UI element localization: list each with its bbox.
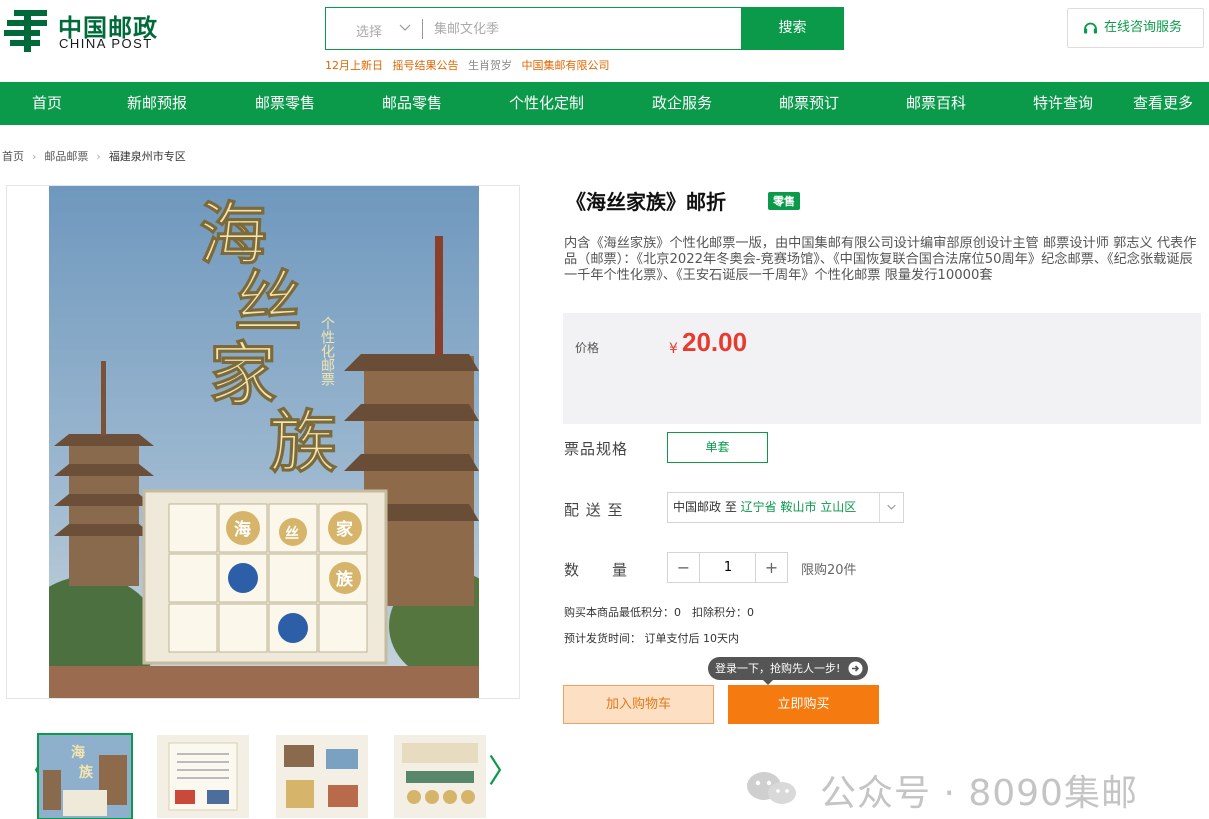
quantity-minus-button[interactable]: − xyxy=(668,553,700,582)
search-divider xyxy=(422,19,423,39)
quantity-input[interactable] xyxy=(701,553,755,582)
spec-label: 票品规格 xyxy=(564,440,629,458)
consult-label: 在线咨询服务 xyxy=(1104,20,1183,35)
nav-item-license-query[interactable]: 特许查询 xyxy=(1033,82,1093,125)
hotword-link[interactable]: 中国集邮有限公司 xyxy=(522,59,610,72)
china-post-logo-mark-icon xyxy=(4,10,47,52)
price-label: 价格 xyxy=(575,341,600,355)
chevron-down-icon[interactable] xyxy=(879,493,903,522)
hot-keywords: 12月上新日 摇号结果公告 生肖贺岁 中国集邮有限公司 xyxy=(325,57,616,73)
chevron-down-icon[interactable] xyxy=(398,20,412,34)
login-tip-text: 登录一下，抢购先人一步! xyxy=(715,662,841,675)
main-nav: 首页 新邮预报 邮票零售 邮品零售 个性化定制 政企服务 邮票预订 邮票百科 特… xyxy=(0,82,1209,125)
purchase-limit: 限购20件 xyxy=(801,563,857,578)
quantity-stepper: − + xyxy=(667,552,788,583)
nav-item-custom[interactable]: 个性化定制 xyxy=(509,82,584,125)
product-main-image[interactable]: 海 丝 家 族 个性化邮票 海 丝 家 族 xyxy=(49,186,479,698)
svg-text:族: 族 xyxy=(79,764,94,781)
china-post-logo[interactable]: 中国邮政 CHINA POST xyxy=(4,6,179,56)
quantity-plus-button[interactable]: + xyxy=(755,553,787,582)
nav-item-stamp-retail[interactable]: 邮票零售 xyxy=(255,82,315,125)
points-info: 购买本商品最低积分：0 扣除积分：0 xyxy=(564,606,754,619)
retail-badge: 零售 xyxy=(768,192,800,210)
breadcrumb-current: 福建泉州市专区 xyxy=(108,150,186,163)
nav-item-subscribe[interactable]: 邮票预订 xyxy=(779,82,839,125)
sheet-char: 丝 xyxy=(285,525,299,542)
search-input[interactable] xyxy=(434,18,734,40)
thumbnail-1[interactable]: 海 族 xyxy=(37,733,133,819)
price-value: 20.00 xyxy=(682,327,748,357)
svg-text:海: 海 xyxy=(71,744,85,761)
deliver-to: 辽宁省 鞍山市 立山区 xyxy=(740,500,857,514)
buy-now-button[interactable]: 立即购买 xyxy=(728,685,879,724)
quantity-label: 数 量 xyxy=(564,561,629,579)
hotword-link[interactable]: 生肖贺岁 xyxy=(468,59,512,72)
price-box: 价格 ¥ 20.00 xyxy=(563,313,1201,424)
nav-item-home[interactable]: 首页 xyxy=(32,82,62,125)
nav-item-new-stamps[interactable]: 新邮预报 xyxy=(127,82,187,125)
product-title: 《海丝家族》邮折 xyxy=(566,190,726,214)
search-button[interactable]: 搜索 xyxy=(741,7,844,50)
nav-item-enterprise[interactable]: 政企服务 xyxy=(652,82,712,125)
login-tip[interactable]: 登录一下，抢购先人一步! xyxy=(708,657,869,680)
breadcrumb-link[interactable]: 首页 xyxy=(2,150,24,163)
hotword-link[interactable]: 12月上新日 xyxy=(325,59,383,72)
sheet-char: 族 xyxy=(336,569,354,590)
sheet-char: 海 xyxy=(234,519,251,540)
spec-option-single-set[interactable]: 单套 xyxy=(667,432,768,463)
thumbnail-2[interactable] xyxy=(157,735,249,818)
delivery-address-select[interactable]: 中国邮政 至 辽宁省 鞍山市 立山区 xyxy=(667,492,904,523)
breadcrumb-separator: › xyxy=(32,150,37,163)
headset-icon xyxy=(1084,22,1097,34)
image-title-char: 丝 xyxy=(234,263,302,343)
logo-english-text: CHINA POST xyxy=(59,36,153,51)
hotword-link[interactable]: 摇号结果公告 xyxy=(393,59,459,72)
product-description: 内含《海丝家族》个性化邮票一版，由中国集邮有限公司设计编审部原创设计主管 邮票设… xyxy=(564,236,1197,283)
nav-item-more[interactable]: 查看更多 xyxy=(1133,82,1193,125)
deliver-from: 中国邮政 至 xyxy=(673,500,737,514)
image-title-char: 族 xyxy=(269,403,337,483)
nav-item-encyclopedia[interactable]: 邮票百科 xyxy=(906,82,966,125)
breadcrumb: 首页 › 邮品邮票 › 福建泉州市专区 xyxy=(2,148,186,164)
image-subtitle: 个性化邮票 xyxy=(319,316,335,386)
thumbnail-next-arrow[interactable]: 〉 xyxy=(488,755,520,787)
watermark-text: 公众号 · 8090集邮 xyxy=(820,773,1138,814)
add-to-cart-button[interactable]: 加入购物车 xyxy=(563,685,714,724)
arrow-right-circle-icon xyxy=(848,661,863,676)
product-image-frame: 海 丝 家 族 个性化邮票 海 丝 家 族 xyxy=(6,185,520,699)
ship-time-info: 预计发货时间： 订单支付后 10天内 xyxy=(564,632,739,645)
sheet-char: 家 xyxy=(336,519,353,540)
breadcrumb-link[interactable]: 邮品邮票 xyxy=(44,150,88,163)
thumbnail-4[interactable] xyxy=(394,735,486,818)
breadcrumb-separator: › xyxy=(96,150,101,163)
thumbnail-3[interactable] xyxy=(276,735,368,818)
image-title-char: 家 xyxy=(209,335,277,415)
search-category-select[interactable]: 选择 xyxy=(356,21,382,40)
deliver-label: 配 送 至 xyxy=(564,501,624,519)
wechat-icon xyxy=(747,772,796,804)
search-bar: 选择 搜索 xyxy=(325,7,844,50)
price-currency: ¥ xyxy=(669,341,678,357)
nav-item-philatelic-retail[interactable]: 邮品零售 xyxy=(382,82,442,125)
online-consult-button[interactable]: 在线咨询服务 xyxy=(1067,8,1204,48)
